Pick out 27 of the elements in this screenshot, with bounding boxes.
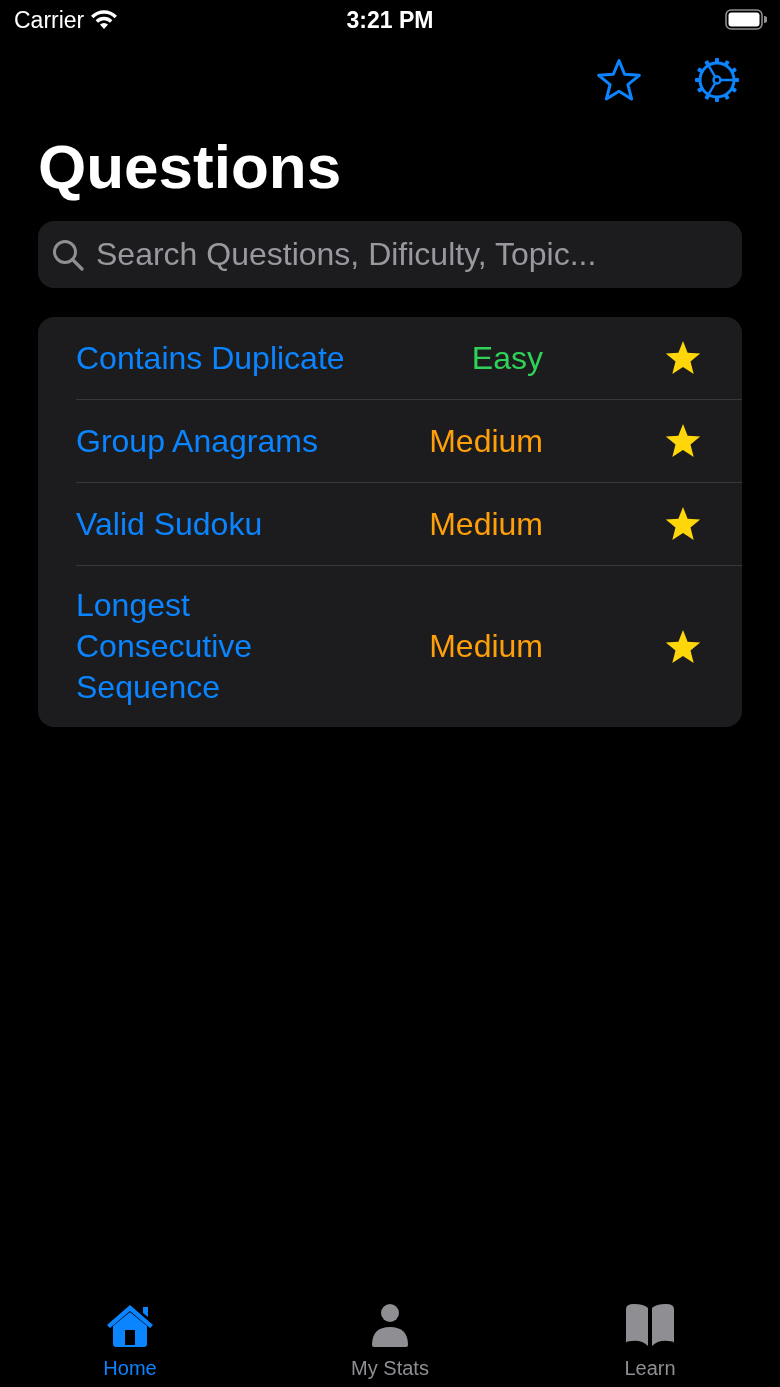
settings-button[interactable] [694, 57, 740, 103]
question-link[interactable]: Longest Consecutive Sequence [76, 585, 361, 708]
difficulty-label: Medium [429, 421, 543, 461]
wifi-icon [90, 10, 119, 30]
tab-bar-item[interactable]: My Stats [351, 1303, 429, 1380]
star-icon [596, 58, 642, 102]
filled-star-icon[interactable] [664, 423, 702, 459]
search-field[interactable]: Search Questions, Dificulty, Topic... [38, 221, 742, 288]
status-time: 3:21 PM [346, 6, 434, 34]
question-link[interactable]: Group Anagrams [76, 420, 318, 462]
difficulty-label: Easy [471, 338, 543, 378]
page-title: Questions [38, 131, 342, 203]
filled-star-icon[interactable] [664, 506, 702, 542]
question-link[interactable]: Valid Sudoku [76, 503, 263, 545]
book-icon [624, 1303, 676, 1347]
favorites-star-button[interactable] [596, 57, 642, 103]
filled-star-icon[interactable] [664, 340, 702, 376]
settings-icon [694, 57, 740, 103]
difficulty-label: Medium [429, 627, 543, 666]
carrier-name: Carrier [14, 6, 85, 34]
battery-icon [725, 9, 767, 30]
search-icon [52, 239, 84, 271]
filled-star-icon[interactable] [664, 628, 702, 665]
question-link[interactable]: Contains Duplicate [76, 337, 345, 379]
tab-bar-item[interactable]: Learn [624, 1303, 676, 1380]
difficulty-label: Medium [429, 504, 543, 544]
tab-bar-item[interactable]: Home [103, 1303, 157, 1380]
